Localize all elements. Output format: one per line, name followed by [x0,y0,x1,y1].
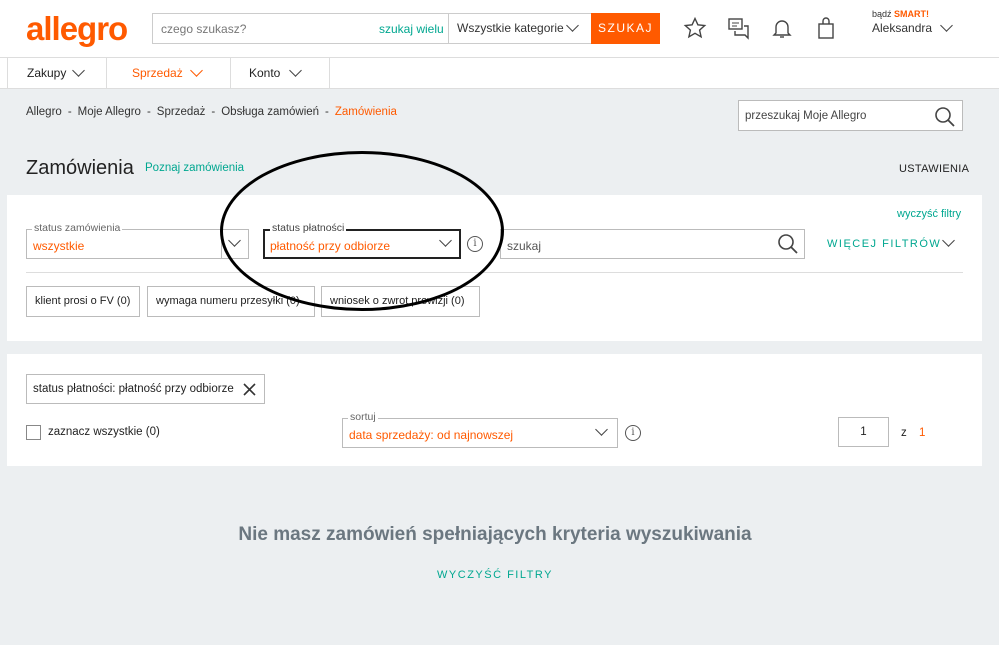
chip-invoice-request[interactable]: klient prosi o FV (0) [26,286,140,317]
cart-icon[interactable] [814,16,838,40]
learn-orders-link[interactable]: Poznaj zamówienia [145,162,244,174]
tab-label: Sprzedaż [132,66,183,80]
breadcrumb-item[interactable]: Obsługa zamówień [221,106,319,118]
breadcrumb-item[interactable]: Allegro [26,106,62,118]
breadcrumb-separator: - [325,106,329,118]
tab-sprzedaz[interactable]: Sprzedaż [107,58,231,89]
chevron-down-icon [289,64,302,77]
breadcrumb-separator: - [211,106,216,118]
top-header: allegro czego szukasz? szukaj wielu Wszy… [0,0,999,58]
filters-divider [26,272,963,273]
allegro-logo[interactable]: allegro [26,10,128,48]
my-allegro-search-placeholder: przeszukaj Moje Allegro [745,110,867,122]
smart-label: SMART! [894,9,930,19]
sort-value: data sprzedaży: od najnowszej [349,428,514,442]
breadcrumb-item[interactable]: Moje Allegro [78,106,141,118]
tab-zakupy[interactable]: Zakupy [7,58,107,89]
page-of-label: z [901,427,907,439]
tab-label: Konto [249,66,281,80]
info-icon[interactable]: i [625,425,641,441]
category-select[interactable]: Wszystkie kategorie [448,14,591,43]
chevron-down-icon [595,423,608,436]
page-total[interactable]: 1 [919,427,925,439]
breadcrumb: Allegro - Moje Allegro - Sprzedaż - Obsługa za… [26,106,397,118]
breadcrumb-item[interactable]: Sprzedaż [157,106,206,118]
search-button[interactable]: SZUKAJ [591,13,660,44]
sort-select[interactable]: sortuj data sprzedaży: od najnowszej [342,411,618,448]
smart-prefix: bądź [872,9,892,19]
chevron-down-icon [566,19,579,32]
category-label: Wszystkie kategorie [457,21,564,35]
chevron-down-icon [190,64,203,77]
breadcrumb-separator: - [146,106,151,118]
active-filter-tag: status płatności: płatność przy odbiorze [26,374,265,404]
page-number-input[interactable]: 1 [838,417,889,447]
highlight-ellipse [220,151,504,311]
nav-divider [7,58,8,89]
breadcrumb-current: Zamówienia [334,106,397,118]
chevron-down-icon [72,64,85,77]
user-menu[interactable]: Aleksandra [872,21,932,35]
search-input[interactable]: czego szukasz? [161,22,246,36]
clear-filters-link[interactable]: wyczyść filtry [897,208,961,220]
orders-search-input[interactable]: szukaj [500,229,805,259]
close-icon[interactable] [243,383,256,396]
settings-link[interactable]: USTAWIENIA [899,163,969,175]
select-all-checkbox[interactable] [26,425,41,440]
tab-konto[interactable]: Konto [231,58,330,89]
smart-badge[interactable]: bądź SMART! [872,9,929,19]
search-many-link[interactable]: szukaj wielu [379,22,444,36]
search-icon[interactable] [934,106,956,128]
page-title: Zamówienia [26,157,134,179]
sort-legend: sortuj [348,411,378,423]
search-icon[interactable] [777,233,799,255]
active-filter-label: status płatności: płatność przy odbiorze [33,383,234,395]
main-nav: Zakupy Sprzedaż Konto [0,58,999,89]
order-status-legend: status zamówienia [32,222,123,234]
select-all-label: zaznacz wszystkie (0) [48,426,160,438]
star-icon[interactable] [683,16,707,40]
main-search: czego szukasz? szukaj wielu Wszystkie ka… [152,13,660,44]
messages-icon[interactable] [727,16,751,40]
bell-icon[interactable] [770,16,794,40]
results-panel [7,354,982,466]
breadcrumb-separator: - [67,106,72,118]
order-status-value: wszystkie [33,239,85,253]
order-status-select[interactable]: status zamówienia wszystkie [26,222,249,259]
clear-filters-button[interactable]: WYCZYŚĆ FILTRY [0,569,990,581]
my-allegro-search-input[interactable]: przeszukaj Moje Allegro [738,100,963,131]
tab-label: Zakupy [27,66,67,80]
chevron-down-icon[interactable] [940,19,953,32]
orders-search-placeholder: szukaj [507,239,542,253]
empty-results-message: Nie masz zamówień spełniających kryteria… [238,524,752,545]
more-filters-button[interactable]: WIĘCEJ FILTRÓW [827,238,941,250]
